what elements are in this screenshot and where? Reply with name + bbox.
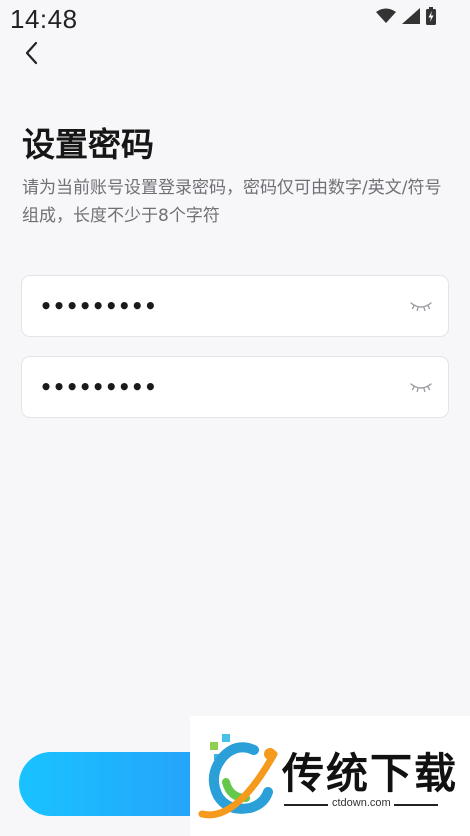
watermark-text: 传统下载 (282, 749, 459, 798)
watermark-url: ctdown.com (332, 797, 391, 809)
status-icons (376, 6, 436, 26)
back-button[interactable] (16, 38, 46, 68)
confirm-password-field[interactable]: ••••••••• (21, 356, 449, 418)
watermark-logo (198, 734, 278, 819)
password-value: ••••••••• (40, 294, 158, 318)
watermark-divider (394, 804, 438, 806)
password-field[interactable]: ••••••••• (21, 275, 449, 337)
chevron-left-icon (25, 41, 38, 65)
page-title: 设置密码 (22, 125, 154, 164)
cell-signal-icon (402, 8, 420, 24)
status-bar: 14:48 (0, 0, 470, 34)
confirm-password-value: ••••••••• (40, 375, 158, 399)
watermark-divider (284, 804, 328, 806)
status-time: 14:48 (10, 4, 78, 34)
eye-closed-icon[interactable] (410, 380, 432, 394)
eye-closed-icon[interactable] (410, 299, 432, 313)
page-description: 请为当前账号设置登录密码，密码仅可由数字/英文/符号组成，长度不少于8个字符 (22, 178, 442, 226)
watermark: 传统下载 ctdown.com (190, 716, 470, 836)
wifi-icon (376, 8, 396, 23)
battery-icon (426, 7, 436, 25)
